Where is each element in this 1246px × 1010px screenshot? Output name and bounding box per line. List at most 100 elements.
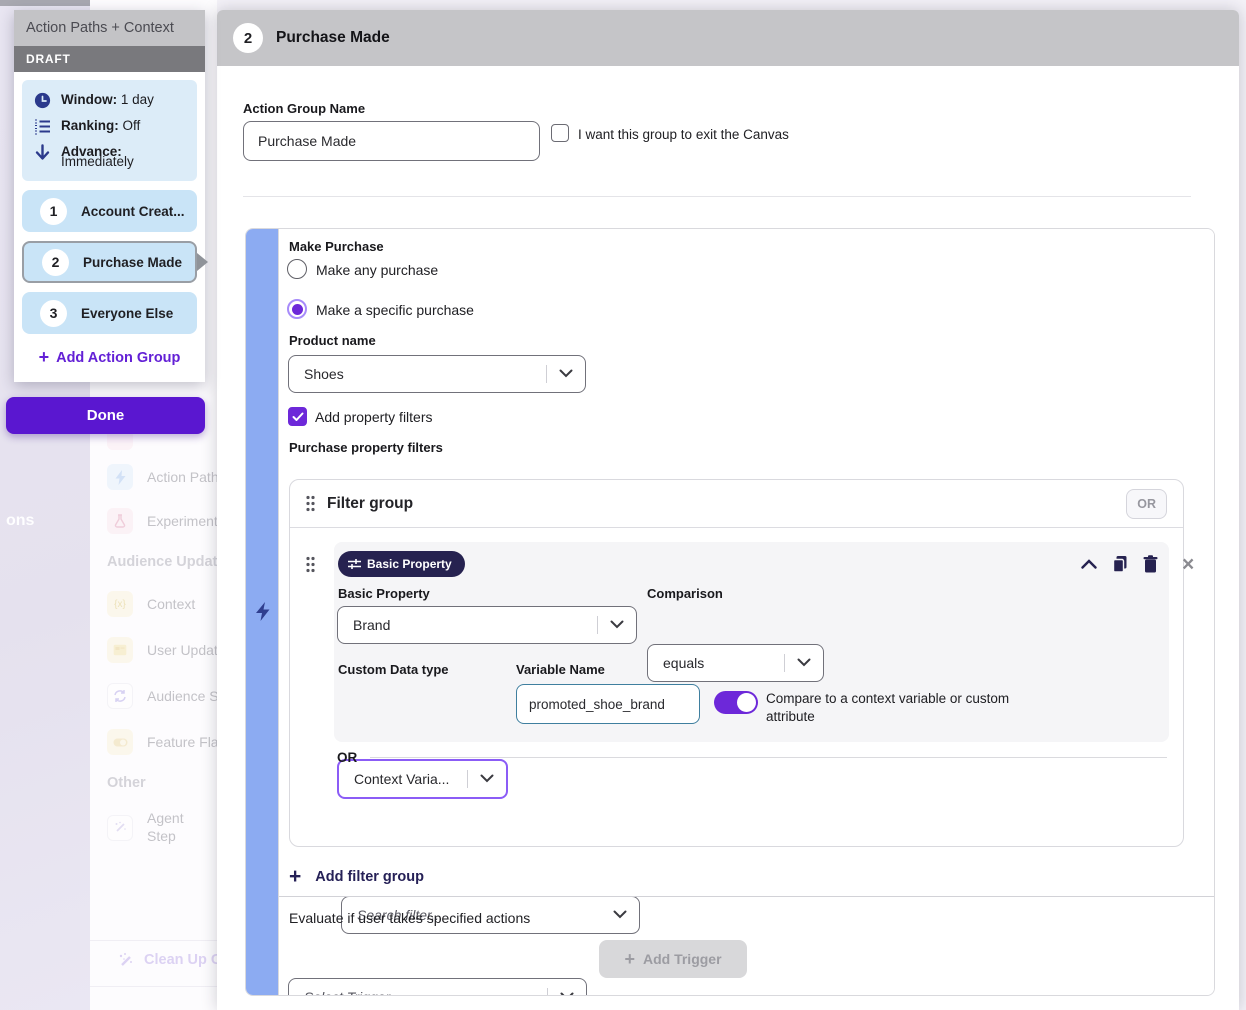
- comparison-label: Comparison: [647, 586, 723, 601]
- remove-filter-group-button[interactable]: ×: [1182, 553, 1194, 577]
- sidebar-item-label: Clean Up Ca...: [144, 952, 217, 968]
- action-group-editor-card: Make Purchase Make any purchase Make a s…: [245, 228, 1215, 996]
- done-button[interactable]: Done: [6, 397, 205, 434]
- product-name-select[interactable]: Shoes: [288, 355, 586, 393]
- variable-name-label: Variable Name: [516, 662, 605, 677]
- product-name-label: Product name: [289, 333, 376, 348]
- make-specific-purchase-radio[interactable]: [287, 299, 307, 319]
- sidebar-item-label: Action Path: [147, 469, 217, 485]
- copy-icon[interactable]: [1112, 555, 1128, 573]
- filter-group-body: Basic Property Basic Property Brand Comp…: [290, 528, 1183, 847]
- trash-icon[interactable]: [1143, 555, 1158, 573]
- group-operator-badge[interactable]: OR: [1126, 489, 1167, 519]
- sliders-icon: [348, 558, 361, 570]
- compare-context-toggle[interactable]: [714, 691, 758, 714]
- ranking-label: Ranking:: [61, 118, 119, 133]
- evaluate-actions-label: Evaluate if user takes specified actions: [289, 910, 530, 926]
- select-trigger-placeholder: Select Trigger: [304, 989, 390, 996]
- flask-icon: [107, 508, 133, 534]
- advance-value: Immediately: [61, 154, 187, 169]
- action-group-name-label: Action Group Name: [243, 101, 365, 116]
- ranked-list-icon: [34, 118, 51, 135]
- drag-handle-icon[interactable]: [306, 556, 315, 573]
- sidebar-item-label: User Update: [147, 642, 217, 658]
- sidebar-item-label: Context: [147, 596, 195, 612]
- basic-property-select[interactable]: Brand: [337, 606, 637, 644]
- variable-name-input[interactable]: [516, 684, 700, 724]
- group-label: Purchase Made: [83, 255, 182, 270]
- group-number-badge: 2: [42, 249, 69, 276]
- action-group-name-input[interactable]: [243, 121, 540, 161]
- plus-icon: +: [289, 865, 301, 889]
- ranking-summary-row: Ranking: Off: [34, 118, 187, 135]
- group-label: Account Creat...: [81, 204, 185, 219]
- sidebar-item-label: Feature Flag: [147, 734, 217, 750]
- sidebar-item-label: Agent Step: [147, 810, 209, 845]
- sidebar-item-label: Experiment: [147, 513, 217, 529]
- custom-data-type-label: Custom Data type: [338, 662, 449, 677]
- plus-icon: +: [624, 949, 635, 970]
- sidebar-item-agent-step: Agent Step: [107, 810, 209, 845]
- exit-canvas-checkbox[interactable]: [551, 124, 569, 142]
- sidebar-item-action-path: Action Path: [107, 464, 217, 490]
- window-label: Window:: [61, 92, 117, 107]
- comparison-select[interactable]: equals: [647, 644, 824, 682]
- chevron-down-icon: [610, 620, 624, 629]
- sidebar-item-audience-sync: Audience Sy...: [107, 683, 217, 709]
- purchase-property-filters-label: Purchase property filters: [289, 440, 443, 455]
- lightning-icon: [107, 464, 133, 490]
- rail-text-fragment: ons: [6, 512, 34, 530]
- add-filter-group-button[interactable]: + Add filter group: [289, 865, 424, 889]
- group-number-badge: 3: [40, 300, 67, 327]
- step-number-badge: 2: [233, 23, 263, 53]
- action-group-item-2-selected[interactable]: 2 Purchase Made: [22, 241, 197, 283]
- sidebar-divider: [90, 940, 217, 941]
- action-group-item-1[interactable]: 1 Account Creat...: [22, 190, 197, 232]
- collapse-chevron-up-icon[interactable]: [1081, 559, 1097, 569]
- add-filter-group-label: Add filter group: [315, 869, 424, 885]
- modal-title: Purchase Made: [276, 29, 390, 47]
- action-group-item-3[interactable]: 3 Everyone Else: [22, 292, 197, 334]
- group-label: Everyone Else: [81, 306, 173, 321]
- or-connector-label: OR: [337, 750, 357, 765]
- sidebar-item-experiment: Experiment: [107, 508, 217, 534]
- filter-group-card: Filter group OR Basic Property: [289, 479, 1184, 847]
- drag-handle-icon[interactable]: [306, 495, 315, 512]
- comparison-value: equals: [663, 655, 704, 671]
- sync-icon: [107, 683, 133, 709]
- panel-title: Action Paths + Context: [14, 10, 205, 46]
- chevron-down-icon: [613, 910, 627, 919]
- add-property-filters-label: Add property filters: [315, 409, 433, 425]
- add-action-group-label: Add Action Group: [56, 350, 180, 366]
- custom-data-type-value: Context Varia...: [354, 771, 449, 787]
- modal-header: 2 Purchase Made: [217, 10, 1239, 66]
- or-divider-line: [370, 757, 1167, 758]
- product-name-value: Shoes: [304, 366, 344, 382]
- make-any-purchase-label: Make any purchase: [316, 262, 438, 278]
- add-action-group-button[interactable]: + Add Action Group: [22, 347, 197, 368]
- add-trigger-button-disabled[interactable]: + Add Trigger: [599, 940, 747, 978]
- select-trigger-dropdown[interactable]: Select Trigger: [288, 978, 587, 996]
- sidebar-item-label: Audience Sy...: [147, 688, 217, 704]
- sidebar-section-other: Other: [107, 775, 146, 791]
- sidebar-item-feature-flag: Feature Flag: [107, 729, 217, 755]
- plus-icon: +: [39, 347, 50, 368]
- make-any-purchase-radio[interactable]: [287, 259, 307, 279]
- ranking-value: Off: [123, 118, 141, 133]
- sidebar-item-context: {x} Context: [107, 591, 195, 617]
- sidebar-section-audience-update: Audience Updat...: [107, 554, 217, 570]
- chevron-down-icon: [559, 369, 573, 378]
- add-property-filters-checkbox[interactable]: [288, 407, 307, 426]
- braces-icon: {x}: [107, 591, 133, 617]
- editor-content: Make Purchase Make any purchase Make a s…: [279, 229, 1214, 995]
- sidebar-item-clean-up: Clean Up Ca...: [118, 952, 217, 968]
- check-icon: [292, 412, 304, 422]
- window-value: 1 day: [121, 92, 154, 107]
- compare-context-toggle-label: Compare to a context variable or custom …: [766, 690, 1056, 726]
- wand-icon: [107, 815, 133, 841]
- chevron-down-icon: [560, 992, 574, 996]
- wand-sparkle-icon: [118, 952, 134, 968]
- section-divider: [243, 196, 1191, 197]
- group-number-badge: 1: [40, 198, 67, 225]
- custom-data-type-select[interactable]: Context Varia...: [337, 759, 508, 799]
